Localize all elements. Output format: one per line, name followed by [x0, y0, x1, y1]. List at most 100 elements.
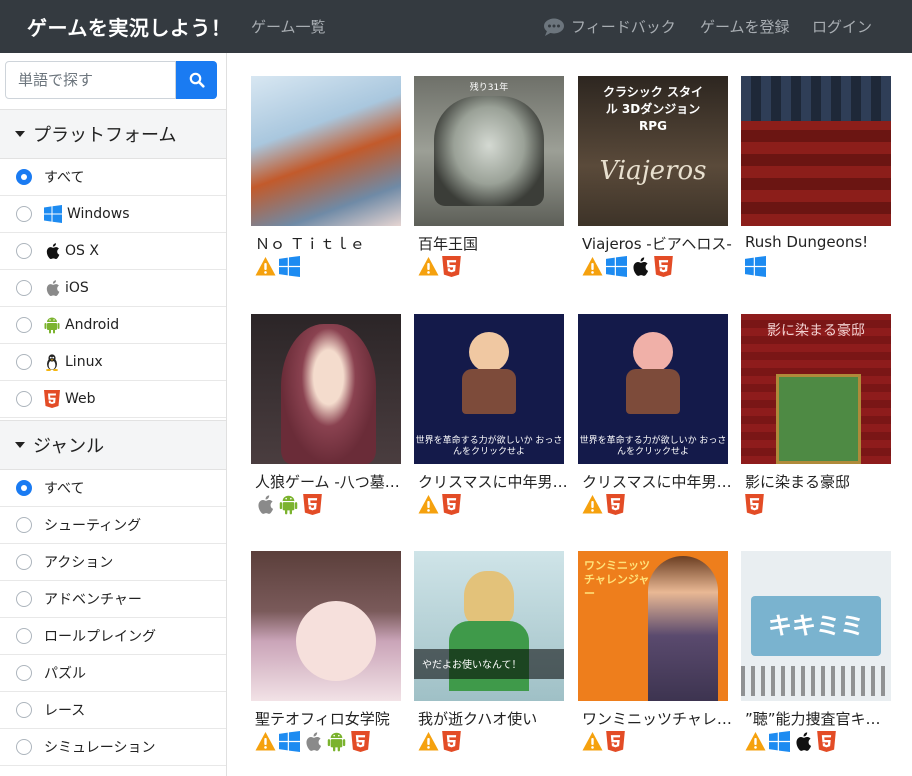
game-title[interactable]: Rush Dungeons!	[745, 233, 895, 251]
genre-option-rpg[interactable]: ロールプレイング	[0, 618, 226, 655]
radio-button[interactable]	[16, 169, 32, 185]
navbar: ゲームを実況しよう！ ゲーム一覧 フィードバック ゲームを登録 ログイン	[0, 0, 912, 53]
game-title[interactable]: 聖テオフィロ女学院	[255, 708, 405, 729]
game-title[interactable]: クリスマスに中年男性が	[418, 471, 568, 492]
platform-icons	[745, 731, 838, 752]
game-title[interactable]: Viajeros -ビアヘロス-	[582, 233, 732, 254]
radio-button[interactable]	[16, 554, 32, 570]
platform-option-web[interactable]: Web	[0, 381, 226, 418]
html5-icon	[44, 390, 60, 408]
game-thumbnail[interactable]: 世界を革命する力が欲しいか おっさんをクリックせよ	[578, 314, 728, 464]
apple-icon	[44, 242, 60, 260]
warning-icon	[418, 256, 439, 277]
thumb-caption: やだよお使いなんて！	[422, 660, 522, 671]
radio-button[interactable]	[16, 628, 32, 644]
radio-button[interactable]	[16, 243, 32, 259]
radio-button[interactable]	[16, 702, 32, 718]
genre-option-action[interactable]: アクション	[0, 544, 226, 581]
radio-button[interactable]	[16, 480, 32, 496]
html5-icon	[442, 494, 463, 515]
html5-icon	[442, 731, 463, 752]
radio-button[interactable]	[16, 517, 32, 533]
option-label: Android	[65, 317, 120, 333]
option-label: すべて	[44, 481, 85, 497]
nav-games-link[interactable]: ゲーム一覧	[251, 16, 326, 37]
genre-section-header[interactable]: ジャンル	[0, 420, 226, 470]
genre-option-simulation[interactable]: シミュレーション	[0, 729, 226, 766]
windows-icon	[769, 731, 790, 752]
genre-option-puzzle[interactable]: パズル	[0, 655, 226, 692]
radio-button[interactable]	[16, 591, 32, 607]
radio-button[interactable]	[16, 280, 32, 296]
brand-logo[interactable]: ゲームを実況しよう！	[27, 12, 231, 41]
search-button[interactable]	[176, 61, 217, 99]
android-icon	[44, 316, 60, 334]
sidebar: プラットフォーム すべて Windows OS X iOS Android Li…	[0, 53, 227, 776]
search-input[interactable]	[5, 61, 176, 99]
game-thumbnail[interactable]: キキミミ	[741, 551, 891, 701]
radio-button[interactable]	[16, 317, 32, 333]
genre-option-adventure[interactable]: アドベンチャー	[0, 581, 226, 618]
android-icon	[327, 731, 348, 752]
platform-icons	[582, 494, 627, 515]
game-thumbnail[interactable]	[251, 314, 401, 464]
platform-option-android[interactable]: Android	[0, 307, 226, 344]
radio-button[interactable]	[16, 665, 32, 681]
apple-icon	[255, 494, 276, 515]
game-thumbnail[interactable]: やだよお使いなんて！	[414, 551, 564, 701]
warning-icon	[255, 256, 276, 277]
feedback-label: フィードバック	[571, 18, 676, 36]
html5-icon	[606, 731, 627, 752]
radio-button[interactable]	[16, 391, 32, 407]
nav-register-link[interactable]: ゲームを登録	[700, 16, 790, 37]
game-title[interactable]: クリスマスに中年男性が	[582, 471, 732, 492]
radio-button[interactable]	[16, 354, 32, 370]
game-title[interactable]: ワンミニッツチャレンジャー	[582, 708, 732, 729]
game-thumbnail[interactable]: 影に染まる豪邸	[741, 314, 891, 464]
game-title[interactable]: 影に染まる豪邸	[745, 471, 895, 492]
apple-icon	[630, 256, 651, 277]
genre-option-all[interactable]: すべて	[0, 470, 226, 507]
nav-feedback-link[interactable]: フィードバック	[543, 16, 676, 37]
warning-icon	[418, 731, 439, 752]
windows-icon	[279, 731, 300, 752]
thumb-caption: 世界を革命する力が欲しいか おっさんをクリックせよ	[579, 436, 727, 457]
option-label: Web	[65, 391, 96, 407]
game-title[interactable]: Ｎｏ Ｔｉｔｌｅ	[255, 233, 405, 254]
game-thumbnail[interactable]: 残り31年	[414, 76, 564, 226]
search-icon	[189, 72, 205, 88]
thumb-caption: クラシック スタイル 3Dダンジョン RPG	[603, 85, 703, 133]
game-thumbnail[interactable]: 世界を革命する力が欲しいか おっさんをクリックせよ	[414, 314, 564, 464]
option-label: パズル	[44, 666, 86, 682]
android-icon	[279, 494, 300, 515]
game-thumbnail[interactable]: クラシック スタイル 3Dダンジョン RPG Viajeros	[578, 76, 728, 226]
radio-button[interactable]	[16, 206, 32, 222]
warning-icon	[745, 731, 766, 752]
game-title[interactable]: ”聴”能力捜査官キキミミ	[745, 708, 895, 729]
platform-icons	[418, 494, 463, 515]
platform-option-ios[interactable]: iOS	[0, 270, 226, 307]
platform-option-osx[interactable]: OS X	[0, 233, 226, 270]
game-thumbnail[interactable]: ワンミニッツ チャレンジャー	[578, 551, 728, 701]
platform-option-windows[interactable]: Windows	[0, 196, 226, 233]
game-title[interactable]: 我が逝クハオ使い	[418, 708, 568, 729]
warning-icon	[582, 731, 603, 752]
genre-heading: ジャンル	[33, 436, 105, 457]
platform-option-all[interactable]: すべて	[0, 159, 226, 196]
platform-icons	[745, 256, 766, 277]
game-thumbnail[interactable]	[251, 551, 401, 701]
option-label: Linux	[65, 354, 103, 370]
genre-option-shooting[interactable]: シューティング	[0, 507, 226, 544]
radio-button[interactable]	[16, 739, 32, 755]
nav-login-link[interactable]: ログイン	[812, 16, 872, 37]
game-thumbnail[interactable]	[741, 76, 891, 226]
warning-icon	[582, 494, 603, 515]
genre-option-race[interactable]: レース	[0, 692, 226, 729]
platform-icons	[582, 731, 627, 752]
platform-section-header[interactable]: プラットフォーム	[0, 109, 226, 159]
platform-icons	[418, 731, 463, 752]
game-title[interactable]: 百年王国	[418, 233, 568, 254]
game-thumbnail[interactable]	[251, 76, 401, 226]
game-title[interactable]: 人狼ゲーム -八つ墓村-	[255, 471, 405, 492]
platform-option-linux[interactable]: Linux	[0, 344, 226, 381]
